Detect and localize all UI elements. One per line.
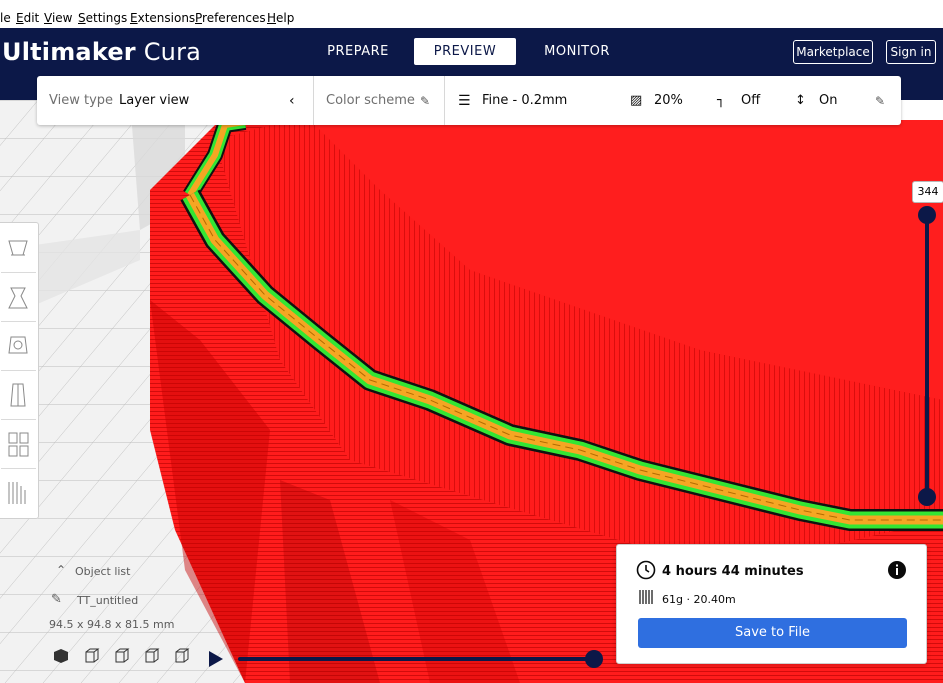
infill-value[interactable]: 20% <box>654 92 683 110</box>
menu-bar: le Edit View Settings Extensions Prefere… <box>0 0 943 28</box>
tab-monitor[interactable]: MONITOR <box>532 38 622 65</box>
menu-edit[interactable]: Edit <box>16 10 39 26</box>
menu-preferences[interactable]: Preferences <box>195 10 266 26</box>
print-profile[interactable]: Fine - 0.2mm <box>482 92 567 110</box>
layer-slider-lower-handle[interactable] <box>918 488 936 506</box>
view-top-icon[interactable] <box>112 647 130 665</box>
filament-icon <box>639 589 653 609</box>
pencil-icon[interactable]: ✎ <box>420 92 430 110</box>
print-info-panel: 4 hours 44 minutes 61g · 20.40m Save to … <box>616 544 927 664</box>
chevron-up-icon[interactable]: ⌃ <box>56 563 66 577</box>
infill-icon: ▨ <box>630 93 643 108</box>
view-left-icon[interactable] <box>142 647 160 665</box>
play-icon[interactable] <box>208 650 224 672</box>
material-usage: 61g · 20.40m <box>662 593 736 606</box>
layer-slider[interactable] <box>925 215 929 498</box>
chevron-left-icon[interactable]: ‹ <box>289 92 295 110</box>
pencil-icon[interactable]: ✎ <box>51 592 62 607</box>
pencil-icon[interactable]: ✎ <box>875 92 885 110</box>
menu-view[interactable]: View <box>44 10 72 26</box>
per-model-settings-icon[interactable] <box>1 421 35 467</box>
support-blocker-icon[interactable] <box>1 470 35 516</box>
menu-settings[interactable]: Settings <box>78 10 127 26</box>
object-dimensions: 94.5 x 94.8 x 81.5 mm <box>49 618 175 631</box>
support-value[interactable]: Off <box>741 92 760 110</box>
menu-extensions[interactable]: Extensions <box>130 10 195 26</box>
adhesion-icon: ↕ <box>795 93 806 108</box>
mirror-tool-icon[interactable] <box>1 372 35 418</box>
toolbar-divider <box>313 76 314 125</box>
sign-in-button[interactable]: Sign in <box>886 40 936 64</box>
view-type-label: View type <box>49 93 114 108</box>
profile-icon: ☰ <box>458 93 471 109</box>
view-toolbar: View type Layer view ‹ Color scheme ✎ ☰ … <box>37 76 901 125</box>
view-type-dropdown[interactable]: Layer view <box>119 92 189 110</box>
rotate-tool-icon[interactable] <box>1 323 35 369</box>
move-tool-icon[interactable] <box>1 225 35 271</box>
menu-file[interactable]: le <box>0 10 11 26</box>
tab-prepare[interactable]: PREPARE <box>315 38 401 65</box>
marketplace-button[interactable]: Marketplace <box>793 40 873 64</box>
support-icon: ┐ <box>717 93 725 108</box>
toolbar-divider <box>444 76 445 125</box>
print-time: 4 hours 44 minutes <box>662 564 804 579</box>
app-logo: Ultimaker Cura <box>2 38 201 66</box>
current-layer-number[interactable]: 344 <box>912 181 943 203</box>
info-icon[interactable] <box>887 560 907 584</box>
app-name: Cura <box>143 38 202 66</box>
view-front-icon[interactable] <box>82 647 100 665</box>
scale-tool-icon[interactable] <box>1 274 35 320</box>
layer-path-slider[interactable] <box>238 657 595 661</box>
adhesion-value[interactable]: On <box>819 92 837 110</box>
layer-path-slider-handle[interactable] <box>585 650 603 668</box>
tool-panel <box>0 222 39 519</box>
view-3d-icon[interactable] <box>52 647 70 665</box>
brand-name: Ultimaker <box>2 38 136 66</box>
color-scheme-label[interactable]: Color scheme <box>326 92 415 110</box>
tab-preview[interactable]: PREVIEW <box>414 38 516 65</box>
layer-slider-upper-handle[interactable] <box>918 206 936 224</box>
clock-icon <box>636 560 656 584</box>
object-name[interactable]: TT_untitled <box>77 594 138 607</box>
object-list-title[interactable]: Object list <box>75 565 130 578</box>
save-to-file-button[interactable]: Save to File <box>638 618 907 648</box>
menu-help[interactable]: Help <box>267 10 294 26</box>
view-right-icon[interactable] <box>172 647 190 665</box>
